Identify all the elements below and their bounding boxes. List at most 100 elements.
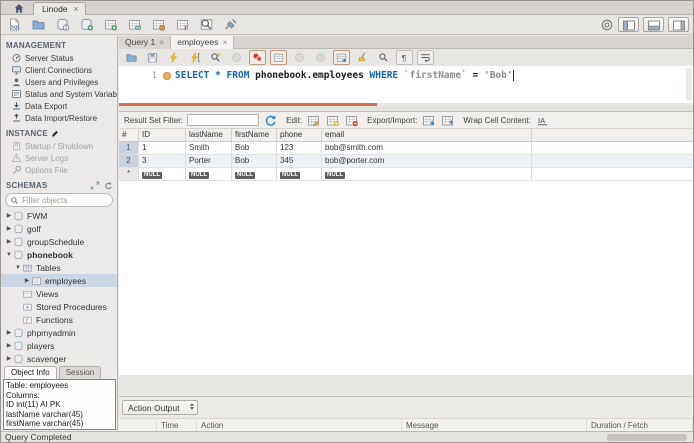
grid-cell[interactable]: 3: [139, 155, 186, 167]
create-table-button[interactable]: [102, 17, 119, 32]
sidebar-item-users-and-privileges[interactable]: Users and Privileges: [1, 76, 117, 88]
grid-cell[interactable]: bob@porter.com: [322, 155, 532, 167]
tree-item-tables[interactable]: ▼ Tables: [1, 261, 117, 274]
toggle-bottom-panel-button[interactable]: [643, 17, 664, 32]
column-header-email[interactable]: email: [322, 129, 532, 141]
tree-item-golf[interactable]: ▶ golf: [1, 222, 117, 235]
sql-code-editor[interactable]: 1 SELECT * FROM phonebook.employees WHER…: [119, 66, 693, 103]
close-connection-tab-icon[interactable]: ×: [74, 4, 79, 14]
sidebar-item-status-and-system-variables[interactable]: Status and System Variables: [1, 88, 117, 100]
grid-cell[interactable]: Bob: [232, 155, 277, 167]
grid-cell[interactable]: Bob: [232, 142, 277, 154]
commit-icon[interactable]: [291, 50, 308, 65]
sidebar-item-client-connections[interactable]: Client Connections: [1, 64, 117, 76]
tree-item-phonebook[interactable]: ▼ phonebook: [1, 248, 117, 261]
reconnect-button[interactable]: [222, 17, 239, 32]
new-row-placeholder[interactable]: * NULL NULL NULL NULL NULL: [119, 168, 693, 181]
stop-icon[interactable]: [228, 50, 245, 65]
result-set-filter-input[interactable]: [187, 114, 260, 126]
column-header-ID[interactable]: ID: [139, 129, 186, 141]
sidebar-item-server-status[interactable]: Server Status: [1, 52, 117, 64]
tree-item-groupschedule[interactable]: ▶ groupSchedule: [1, 235, 117, 248]
toggle-stop-on-error-icon[interactable]: [249, 50, 266, 65]
table-row[interactable]: 1 1 Smith Bob 123 bob@smith.com: [119, 142, 693, 155]
open-script-file-button[interactable]: [30, 17, 47, 32]
wrap-cell-icon[interactable]: IA: [535, 114, 550, 127]
create-schema-button[interactable]: [78, 17, 95, 32]
output-column-action[interactable]: Action: [197, 419, 402, 431]
grid-cell[interactable]: NULL: [277, 168, 322, 180]
tree-item-views[interactable]: Views: [1, 287, 117, 300]
tree-item-employees[interactable]: ▶ employees: [1, 274, 117, 287]
import-records-icon[interactable]: [440, 114, 455, 127]
create-view-button[interactable]: [126, 17, 143, 32]
tree-item-fwm[interactable]: ▶ FWM: [1, 209, 117, 222]
horizontal-scrollbar-thumb[interactable]: [607, 434, 687, 441]
insert-record-icon[interactable]: [325, 114, 340, 127]
output-column-message[interactable]: Message: [402, 419, 587, 431]
export-records-icon[interactable]: [421, 114, 436, 127]
schemas-expand-icon[interactable]: [90, 181, 100, 190]
limit-rows-icon[interactable]: [270, 50, 287, 65]
editor-tab-employees[interactable]: employees ×: [171, 36, 235, 49]
tree-collapsed-arrow-icon[interactable]: ▶: [5, 225, 13, 232]
explain-icon[interactable]: [207, 50, 224, 65]
grid-cell[interactable]: 123: [277, 142, 322, 154]
execute-icon[interactable]: [165, 50, 182, 65]
grid-cell[interactable]: Smith: [186, 142, 232, 154]
tree-collapsed-arrow-icon[interactable]: ▶: [5, 342, 13, 349]
grid-cell[interactable]: Porter: [186, 155, 232, 167]
open-script-icon[interactable]: [123, 50, 140, 65]
create-procedure-button[interactable]: [150, 17, 167, 32]
rollback-icon[interactable]: [312, 50, 329, 65]
invisibles-icon[interactable]: ¶: [396, 50, 413, 65]
output-column-time[interactable]: Time: [157, 419, 197, 431]
sidebar-item-data-export[interactable]: Data Export: [1, 100, 117, 112]
column-header-phone[interactable]: phone: [277, 129, 322, 141]
wrap-text-icon[interactable]: [417, 50, 434, 65]
notification-icon[interactable]: [600, 18, 614, 32]
schemas-refresh-icon[interactable]: [103, 181, 113, 190]
column-header-firstName[interactable]: firstName: [232, 129, 277, 141]
tree-item-stored-procedures[interactable]: Stored Procedures: [1, 300, 117, 313]
grid-cell[interactable]: NULL: [322, 168, 532, 180]
edit-record-icon[interactable]: [306, 114, 321, 127]
tree-collapsed-arrow-icon[interactable]: ▶: [5, 355, 13, 362]
output-column-duration-fetch[interactable]: Duration / Fetch: [587, 419, 693, 431]
tree-expanded-arrow-icon[interactable]: ▼: [14, 265, 22, 271]
instance-edit-icon[interactable]: [51, 129, 60, 138]
delete-record-icon[interactable]: [344, 114, 359, 127]
tree-collapsed-arrow-icon[interactable]: ▶: [23, 277, 31, 284]
editor-vertical-scrollbar[interactable]: [686, 68, 692, 101]
tree-item-scavenger[interactable]: ▶ scavenger: [1, 352, 117, 365]
connection-tab[interactable]: Linode ×: [33, 2, 86, 15]
grid-cell[interactable]: 345: [277, 155, 322, 167]
sidebar-item-data-import-restore[interactable]: Data Import/Restore: [1, 112, 117, 124]
table-row[interactable]: 2 3 Porter Bob 345 bob@porter.com: [119, 155, 693, 168]
column-header-num[interactable]: #: [119, 129, 139, 141]
tree-collapsed-arrow-icon[interactable]: ▶: [5, 212, 13, 219]
grid-cell[interactable]: NULL: [186, 168, 232, 180]
schema-filter-input[interactable]: [22, 195, 107, 205]
create-function-button[interactable]: f: [174, 17, 191, 32]
editor-tab-query-1[interactable]: Query 1 ×: [119, 36, 172, 49]
inspector-button[interactable]: i: [54, 17, 71, 32]
grid-cell[interactable]: 1: [139, 142, 186, 154]
toggle-right-panel-button[interactable]: [668, 17, 689, 32]
new-query-tab-button[interactable]: SQL: [6, 17, 23, 32]
tree-collapsed-arrow-icon[interactable]: ▶: [5, 238, 13, 245]
column-header-lastName[interactable]: lastName: [186, 129, 232, 141]
tree-expanded-arrow-icon[interactable]: ▼: [5, 252, 13, 258]
grid-cell[interactable]: bob@smith.com: [322, 142, 532, 154]
home-tab[interactable]: [7, 2, 31, 15]
grid-cell[interactable]: NULL: [232, 168, 277, 180]
tree-collapsed-arrow-icon[interactable]: ▶: [5, 329, 13, 336]
find-icon[interactable]: [375, 50, 392, 65]
close-editor-tab-icon[interactable]: ×: [222, 37, 227, 47]
grid-cell[interactable]: NULL: [139, 168, 186, 180]
save-script-icon[interactable]: [144, 50, 161, 65]
output-column-icon[interactable]: [119, 419, 157, 431]
beautify-icon[interactable]: [354, 50, 371, 65]
toggle-autocommit-icon[interactable]: [333, 50, 350, 65]
action-output-selector[interactable]: Action Output: [122, 400, 198, 415]
